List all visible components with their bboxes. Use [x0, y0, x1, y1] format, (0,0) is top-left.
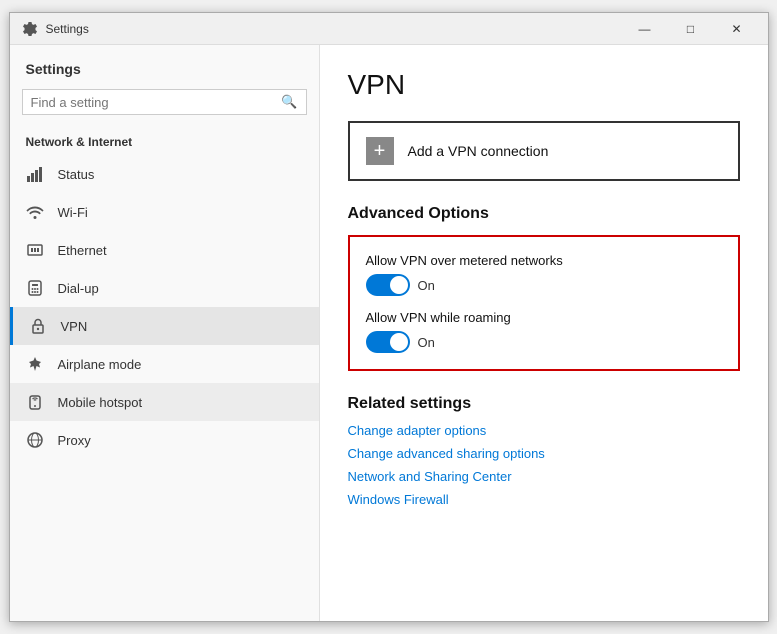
- toggle-metered-label: Allow VPN over metered networks: [366, 253, 722, 268]
- content-area: Settings 🔍 Network & Internet S: [10, 45, 768, 621]
- toggle-roaming-status: On: [418, 335, 435, 350]
- proxy-icon: [26, 431, 44, 449]
- sidebar-item-status[interactable]: Status: [10, 155, 319, 193]
- hotspot-label: Mobile hotspot: [58, 395, 143, 410]
- sidebar-item-proxy[interactable]: Proxy: [10, 421, 319, 459]
- maximize-button[interactable]: □: [668, 13, 714, 45]
- title-bar-title: Settings: [46, 22, 89, 36]
- related-link-adapter[interactable]: Change adapter options: [348, 423, 740, 438]
- toggle-roaming-control: On: [366, 331, 722, 353]
- add-vpn-button[interactable]: + Add a VPN connection: [348, 121, 740, 181]
- toggle-metered-control: On: [366, 274, 722, 296]
- advanced-options-box: Allow VPN over metered networks On Allow…: [348, 235, 740, 371]
- proxy-label: Proxy: [58, 433, 91, 448]
- related-link-network-center[interactable]: Network and Sharing Center: [348, 469, 740, 484]
- wifi-icon: [26, 203, 44, 221]
- nav-section-label: Network & Internet: [10, 127, 319, 155]
- advanced-options-title: Advanced Options: [348, 205, 740, 223]
- toggle-roaming-label: Allow VPN while roaming: [366, 310, 722, 325]
- settings-window: Settings — □ ✕ Settings 🔍 Network & Inte…: [9, 12, 769, 622]
- hotspot-icon: [26, 393, 44, 411]
- related-link-firewall[interactable]: Windows Firewall: [348, 492, 740, 507]
- ethernet-label: Ethernet: [58, 243, 107, 258]
- dialup-icon: [26, 279, 44, 297]
- dialup-label: Dial-up: [58, 281, 99, 296]
- sidebar-item-vpn[interactable]: VPN: [10, 307, 319, 345]
- sidebar-item-airplane[interactable]: Airplane mode: [10, 345, 319, 383]
- toggle-metered[interactable]: [366, 274, 410, 296]
- ethernet-icon: [26, 241, 44, 259]
- related-settings-title: Related settings: [348, 395, 740, 413]
- close-button[interactable]: ✕: [714, 13, 760, 45]
- main-content: VPN + Add a VPN connection Advanced Opti…: [320, 45, 768, 621]
- sidebar-item-ethernet[interactable]: Ethernet: [10, 231, 319, 269]
- search-box[interactable]: 🔍: [22, 89, 307, 115]
- toggle-metered-status: On: [418, 278, 435, 293]
- sidebar-title: Settings: [10, 45, 319, 85]
- title-bar-left: Settings: [22, 21, 89, 37]
- search-icon: 🔍: [281, 94, 297, 110]
- sidebar-item-hotspot[interactable]: Mobile hotspot: [10, 383, 319, 421]
- plus-icon: +: [366, 137, 394, 165]
- page-title: VPN: [348, 69, 740, 101]
- related-link-sharing[interactable]: Change advanced sharing options: [348, 446, 740, 461]
- vpn-icon: [29, 317, 47, 335]
- airplane-icon: [26, 355, 44, 373]
- airplane-label: Airplane mode: [58, 357, 142, 372]
- title-bar-controls: — □ ✕: [622, 13, 760, 45]
- sidebar-item-dialup[interactable]: Dial-up: [10, 269, 319, 307]
- search-input[interactable]: [31, 95, 282, 110]
- settings-gear-icon: [22, 21, 38, 37]
- vpn-label: VPN: [61, 319, 88, 334]
- sidebar-item-wifi[interactable]: Wi-Fi: [10, 193, 319, 231]
- title-bar: Settings — □ ✕: [10, 13, 768, 45]
- minimize-button[interactable]: —: [622, 13, 668, 45]
- status-icon: [26, 165, 44, 183]
- toggle-roaming[interactable]: [366, 331, 410, 353]
- sidebar: Settings 🔍 Network & Internet S: [10, 45, 320, 621]
- add-vpn-label: Add a VPN connection: [408, 143, 549, 159]
- toggle-metered-row: Allow VPN over metered networks On: [366, 253, 722, 296]
- toggle-roaming-row: Allow VPN while roaming On: [366, 310, 722, 353]
- wifi-label: Wi-Fi: [58, 205, 88, 220]
- status-label: Status: [58, 167, 95, 182]
